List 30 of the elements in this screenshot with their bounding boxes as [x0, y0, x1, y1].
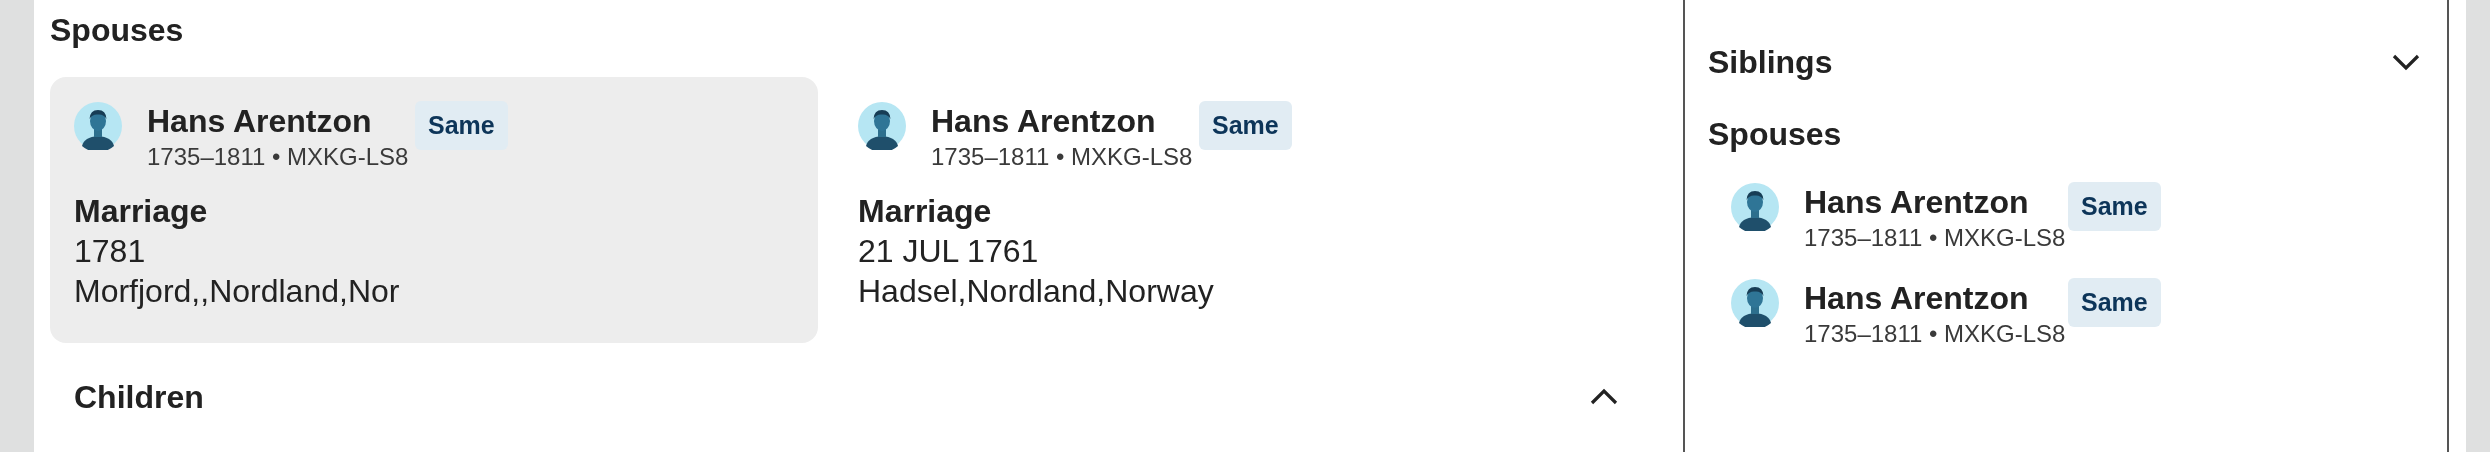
- avatar-icon: [74, 102, 122, 150]
- event-place: Hadsel,Nordland,Norway: [858, 272, 1214, 311]
- person-name[interactable]: Hans Arentzon: [1804, 278, 2029, 318]
- section-heading: Spouses: [1708, 115, 1842, 154]
- person-lifespan: 1735–1811 • MXKG-LS8: [1804, 319, 2066, 349]
- section-heading[interactable]: Siblings: [1708, 42, 1833, 82]
- section-heading: Spouses: [50, 11, 184, 50]
- spouse-card[interactable]: Hans Arentzon 1735–1811 • MXKG-LS8 Same Marriage 21 JUL 1761 Hadsel,Nordland,Norway: [834, 77, 1602, 343]
- avatar-icon: [1731, 183, 1779, 231]
- event-place: Morfjord,,Nordland,Nor: [74, 272, 400, 311]
- person-lifespan: 1735–1811 • MXKG-LS8: [931, 142, 1193, 172]
- chevron-up-icon[interactable]: [1590, 388, 1618, 406]
- chevron-down-icon[interactable]: [2392, 53, 2420, 71]
- person-name[interactable]: Hans Arentzon: [1804, 182, 2029, 222]
- avatar-icon: [1731, 279, 1779, 327]
- person-name[interactable]: Hans Arentzon: [147, 101, 372, 141]
- event-date: 21 JUL 1761: [858, 232, 1039, 271]
- person-lifespan: 1735–1811 • MXKG-LS8: [1804, 223, 2066, 253]
- avatar-icon: [858, 102, 906, 150]
- match-badge: Same: [2068, 182, 2161, 231]
- match-badge: Same: [2068, 278, 2161, 327]
- section-heading[interactable]: Children: [74, 377, 204, 417]
- match-badge: Same: [1199, 101, 1292, 150]
- spouse-card[interactable]: Hans Arentzon 1735–1811 • MXKG-LS8 Same Marriage 1781 Morfjord,,Nordland,Nor: [50, 77, 818, 343]
- event-title: Marriage: [858, 192, 992, 231]
- person-name[interactable]: Hans Arentzon: [931, 101, 1156, 141]
- person-lifespan: 1735–1811 • MXKG-LS8: [147, 142, 409, 172]
- match-badge: Same: [415, 101, 508, 150]
- event-title: Marriage: [74, 192, 208, 231]
- event-date: 1781: [74, 232, 146, 271]
